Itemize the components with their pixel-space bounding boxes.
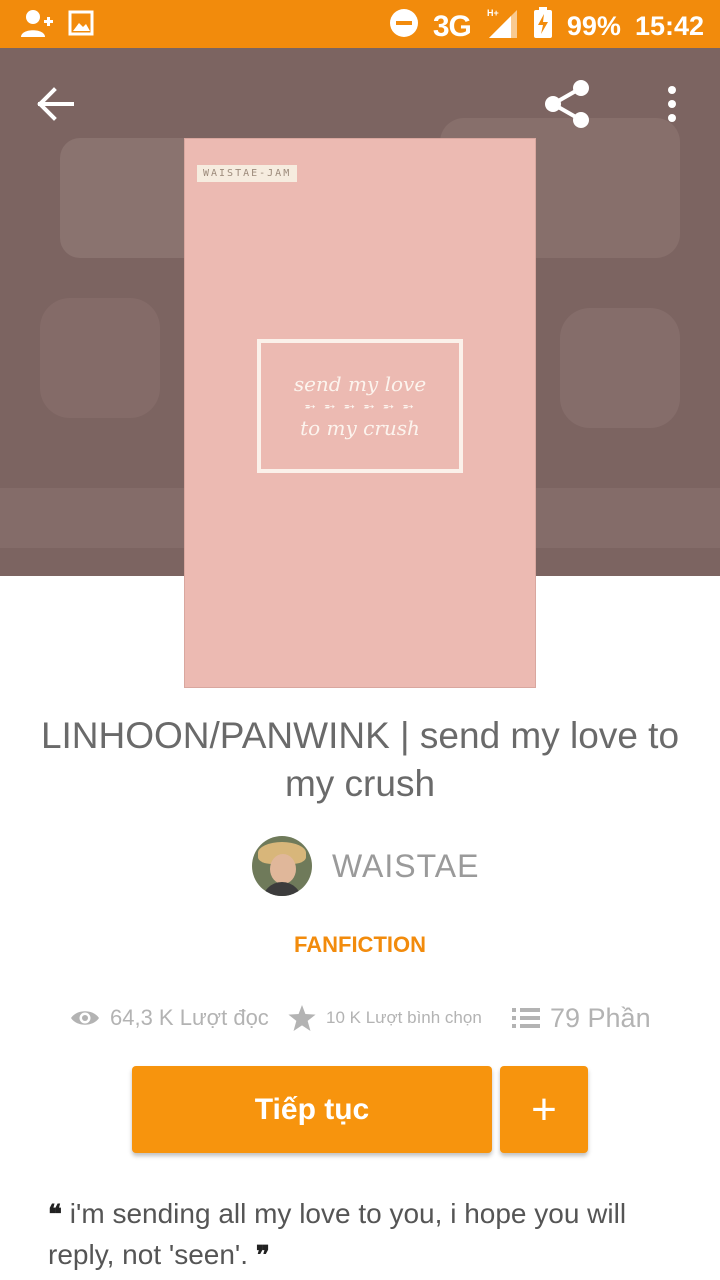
add-to-library-button[interactable]: + <box>500 1066 588 1153</box>
stat-parts[interactable]: 79 Phần <box>512 998 651 1038</box>
more-options-button[interactable] <box>650 80 694 128</box>
cover-arrows: ➵ ➵ ➵ ➵ ➵ ➵ <box>304 398 416 414</box>
list-icon <box>512 1008 540 1028</box>
parts-count: 79 Phần <box>550 1002 651 1033</box>
votes-count: 10 K Lượt bình chọn <box>326 1008 482 1027</box>
more-vert-icon <box>668 86 676 122</box>
star-icon <box>288 1005 316 1031</box>
back-button[interactable] <box>30 80 82 128</box>
description-text: i'm sending all my love to you, i hope y… <box>48 1198 627 1270</box>
reads-count: 64,3 K Lượt đọc <box>110 1005 269 1030</box>
cover-line-1: send my love <box>293 372 427 396</box>
author-name[interactable]: WAISTAE <box>332 848 479 885</box>
share-button[interactable] <box>540 78 594 130</box>
author-row[interactable]: WAISTAE <box>252 836 479 896</box>
open-quote-icon: ❝ <box>48 1200 62 1230</box>
close-quote-icon: ❞ <box>255 1241 270 1271</box>
share-icon <box>545 80 589 128</box>
story-title: LINHOON/PANWINK | send my love to my cru… <box>40 715 680 804</box>
gallery-icon <box>68 10 94 41</box>
stat-reads: 64,3 K Lượt đọc <box>70 998 269 1038</box>
status-bar: 3G H+ 99% 15:42 <box>0 0 720 48</box>
add-contact-icon <box>20 8 54 43</box>
battery-percent: 99% <box>566 11 621 41</box>
book-cover[interactable]: WAISTAE-JAM send my love ➵ ➵ ➵ ➵ ➵ ➵ to … <box>184 138 536 688</box>
signal-icon: H+ <box>485 6 519 47</box>
eye-icon <box>71 1011 99 1025</box>
cover-frame: send my love ➵ ➵ ➵ ➵ ➵ ➵ to my crush <box>257 339 463 473</box>
cover-line-2: to my crush <box>300 416 420 440</box>
continue-reading-button[interactable]: Tiếp tục <box>132 1066 492 1153</box>
battery-charging-icon <box>533 7 553 46</box>
avatar[interactable] <box>252 836 312 896</box>
stat-votes: 10 K Lượt bình chọn <box>288 998 482 1038</box>
cover-tag: WAISTAE-JAM <box>197 165 298 182</box>
arrow-back-icon <box>37 87 74 121</box>
clock: 15:42 <box>634 11 704 41</box>
svg-text:H+: H+ <box>487 8 499 18</box>
story-description: ❝ i'm sending all my love to you, i hope… <box>48 1194 688 1276</box>
network-type: 3G <box>432 9 472 43</box>
do-not-disturb-icon <box>389 8 419 45</box>
category-label[interactable]: FANFICTION <box>0 932 720 958</box>
